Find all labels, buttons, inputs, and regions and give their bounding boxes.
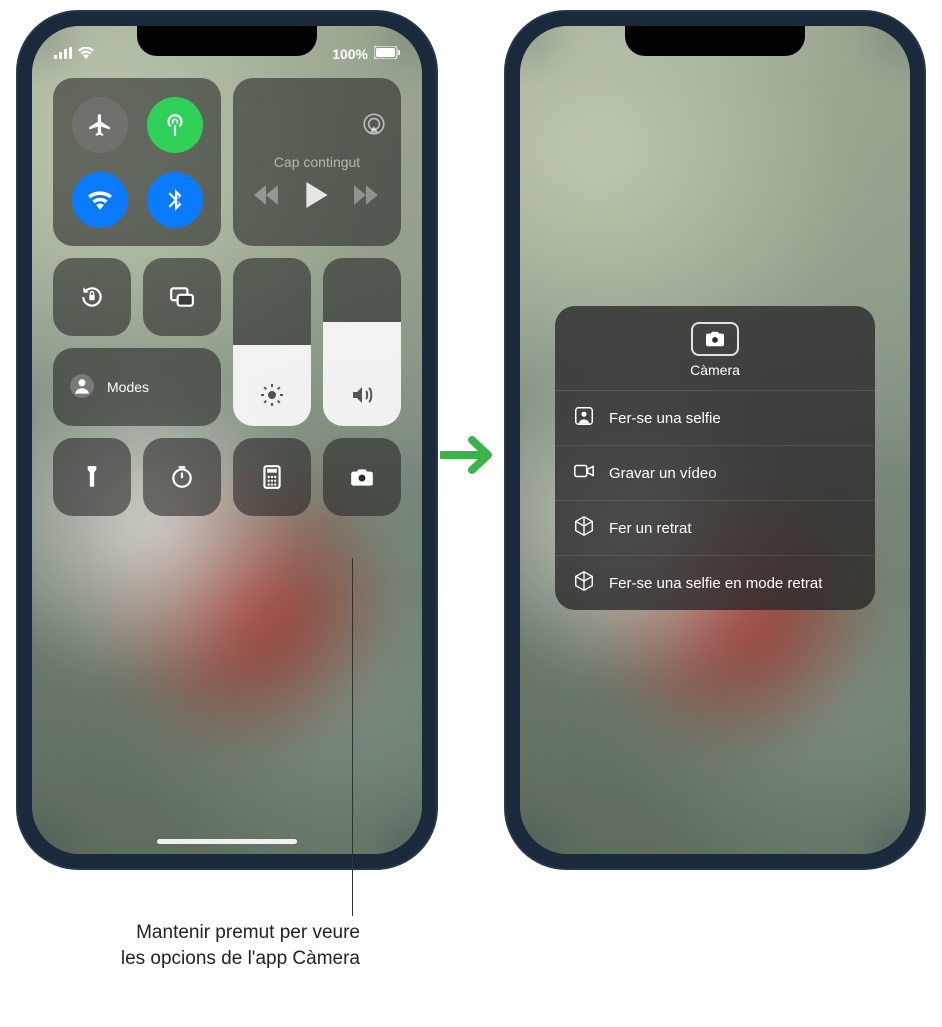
volume-slider[interactable] [323,258,401,426]
person-square-icon [573,405,595,431]
prev-track-icon[interactable] [254,182,280,213]
calculator-icon [259,464,285,490]
cube-icon [573,570,595,596]
menu-item-label: Fer-se una selfie en mode retrat [609,575,822,592]
menu-item-label: Fer-se una selfie [609,410,721,427]
camera-button[interactable] [323,438,401,516]
camera-menu-item-selfie[interactable]: Fer-se una selfie [555,391,875,446]
arrow-icon [440,430,500,480]
focus-mode-button[interactable]: Modes [53,348,221,426]
callout-text: Mantenir premut per veure les opcions de… [110,920,360,971]
orientation-lock-icon [79,284,105,310]
callout-line [352,558,353,916]
play-icon[interactable] [304,182,330,213]
menu-item-label: Fer un retrat [609,520,692,537]
cube-icon [573,515,595,541]
notch [137,26,317,56]
focus-person-icon [69,373,95,402]
flashlight-button[interactable] [53,438,131,516]
camera-menu-item-portrait[interactable]: Fer un retrat [555,501,875,556]
camera-menu-header[interactable]: Càmera [555,306,875,391]
volume-icon [350,383,374,412]
camera-menu-icon [691,322,739,356]
next-track-icon[interactable] [354,182,380,213]
screen-control-center: 100% [32,26,422,854]
battery-text: 100% [332,46,368,62]
home-indicator[interactable] [157,839,297,844]
battery-icon [374,46,400,62]
cellular-data-button[interactable] [147,97,203,153]
camera-menu-title: Càmera [690,362,740,378]
media-tile[interactable]: Cap contingut [233,78,401,246]
flashlight-icon [79,464,105,490]
camera-menu-item-video[interactable]: Gravar un vídeo [555,446,875,501]
wifi-icon [87,187,113,213]
control-center-grid: Cap contingut [32,70,422,524]
brightness-icon [260,383,284,412]
phone-right: Càmera Fer-se una selfie Gravar un vídeo… [506,12,924,868]
phone-left: 100% [18,12,436,868]
camera-icon [349,464,375,490]
menu-item-label: Gravar un vídeo [609,465,717,482]
bluetooth-icon [162,187,188,213]
wifi-status-icon [78,46,94,62]
airplane-icon [87,112,113,138]
media-title: Cap contingut [274,154,360,170]
timer-button[interactable] [143,438,221,516]
timer-icon [169,464,195,490]
camera-menu-item-portrait-selfie[interactable]: Fer-se una selfie en mode retrat [555,556,875,610]
brightness-slider[interactable] [233,258,311,426]
calculator-button[interactable] [233,438,311,516]
cellular-signal-icon [54,46,72,62]
bluetooth-button[interactable] [147,172,203,228]
screen-mirroring-icon [169,284,195,310]
screen-camera-menu: Càmera Fer-se una selfie Gravar un vídeo… [520,26,910,854]
orientation-lock-button[interactable] [53,258,131,336]
antenna-icon [162,112,188,138]
notch [625,26,805,56]
wifi-button[interactable] [72,172,128,228]
focus-label: Modes [107,379,149,395]
connectivity-tile[interactable] [53,78,221,246]
airplane-mode-button[interactable] [72,97,128,153]
camera-context-menu: Càmera Fer-se una selfie Gravar un vídeo… [555,306,875,610]
video-icon [573,460,595,486]
screen-mirroring-button[interactable] [143,258,221,336]
airplay-icon[interactable] [361,111,387,142]
